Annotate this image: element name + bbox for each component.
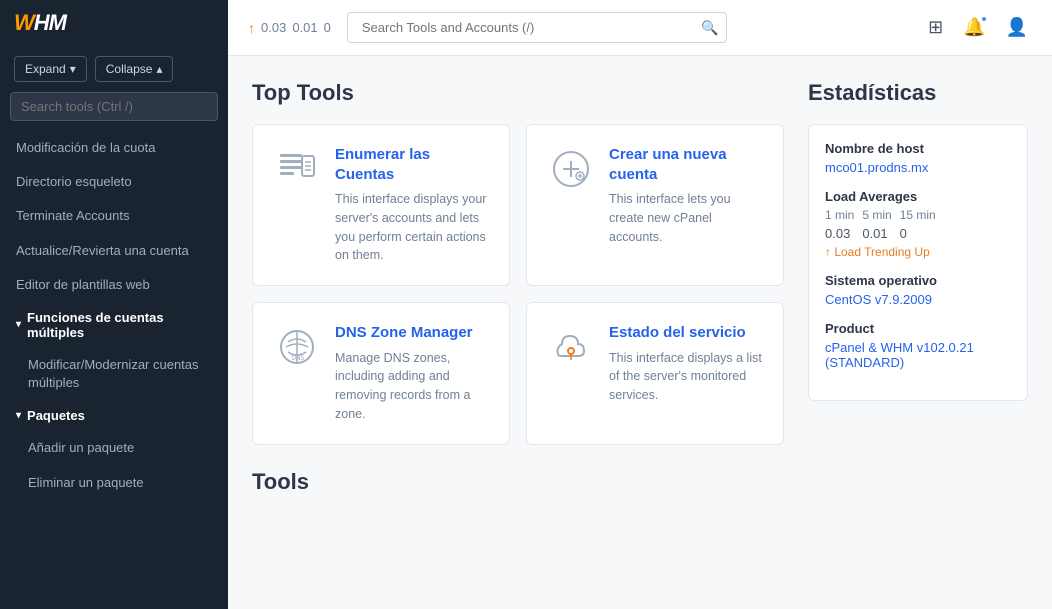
search-button[interactable]: 🔍 xyxy=(701,19,718,36)
sidebar-item-eliminar-paquete[interactable]: Eliminar un paquete xyxy=(0,466,228,500)
product-label: Product xyxy=(825,321,1011,336)
sidebar: WHM Expand ▾ Collapse ▴ Modificación de … xyxy=(0,0,228,609)
load-trending-text: ↑ Load Trending Up xyxy=(825,245,930,259)
content-area: Top Tools xyxy=(228,56,1052,609)
chevron-down-icon-2: ▾ xyxy=(16,410,21,421)
load-trending-link[interactable]: ↑ Load Trending Up xyxy=(825,245,1011,259)
topbar: ↑ 0.03 0.01 0 🔍 ⊞ 🔔 👤 xyxy=(228,0,1052,56)
load-5min-label: 5 min xyxy=(862,208,891,222)
product-group: Product cPanel & WHM v102.0.21 (STANDARD… xyxy=(825,321,1011,370)
load-nums: 0.03 0.01 0 xyxy=(825,226,1011,241)
tool-desc-crear: This interface lets you create new cPane… xyxy=(609,190,763,246)
hostname-label: Nombre de host xyxy=(825,141,1011,156)
collapse-icon: ▴ xyxy=(156,62,162,76)
load-1min-label: 1 min xyxy=(825,208,854,222)
sidebar-item-modificar-modernizar[interactable]: Modificar/Modernizar cuentas múltiples xyxy=(0,348,228,400)
so-value[interactable]: CentOS v7.9.2009 xyxy=(825,292,1011,307)
hostname-group: Nombre de host mco01.prodns.mx xyxy=(825,141,1011,175)
tool-title-estado: Estado del servicio xyxy=(609,323,763,343)
whm-logo: WHM xyxy=(14,10,66,36)
notification-dot xyxy=(980,15,988,23)
expand-button[interactable]: Expand ▾ xyxy=(14,56,87,82)
so-group: Sistema operativo CentOS v7.9.2009 xyxy=(825,273,1011,307)
load-up-arrow-icon: ↑ xyxy=(248,20,255,36)
top-tools-title: Top Tools xyxy=(252,80,784,106)
search-icon: 🔍 xyxy=(701,19,718,35)
sidebar-section-paquetes[interactable]: ▾ Paquetes xyxy=(0,400,228,431)
grid-view-button[interactable]: ⊞ xyxy=(924,13,947,42)
load-averages-label: Load Averages xyxy=(825,189,1011,204)
expand-icon: ▾ xyxy=(70,62,76,76)
collapse-button[interactable]: Collapse ▴ xyxy=(95,56,174,82)
sidebar-item-editor-plantillas[interactable]: Editor de plantillas web xyxy=(0,268,228,302)
tool-title-crear: Crear una nueva cuenta xyxy=(609,145,763,184)
notifications-button[interactable]: 🔔 xyxy=(959,13,989,42)
load-5min-val: 0.01 xyxy=(862,226,887,241)
topbar-icons: ⊞ 🔔 👤 xyxy=(924,13,1032,42)
sidebar-header: WHM xyxy=(0,0,228,46)
sidebar-section-funciones[interactable]: ▾ Funciones de cuentas múltiples xyxy=(0,302,228,348)
load-row-labels: 1 min 5 min 15 min xyxy=(825,208,1011,222)
sidebar-nav: Modificación de la cuota Directorio esqu… xyxy=(0,131,228,609)
tool-desc-estado: This interface displays a list of the se… xyxy=(609,349,763,405)
dns-icon: DNS xyxy=(273,323,321,371)
tools-section-title: Tools xyxy=(252,469,784,495)
user-account-button[interactable]: 👤 xyxy=(1002,13,1032,42)
tool-info-dns: DNS Zone Manager Manage DNS zones, inclu… xyxy=(335,323,489,424)
tool-info-enumerar: Enumerar las Cuentas This interface disp… xyxy=(335,145,489,265)
cloud-icon xyxy=(547,323,595,371)
sidebar-item-terminate-accounts[interactable]: Terminate Accounts xyxy=(0,199,228,233)
so-label: Sistema operativo xyxy=(825,273,1011,288)
sidebar-search-input[interactable] xyxy=(10,92,218,121)
grid-icon: ⊞ xyxy=(928,17,943,37)
stats-title: Estadísticas xyxy=(808,80,1028,106)
product-value[interactable]: cPanel & WHM v102.0.21 (STANDARD) xyxy=(825,340,1011,370)
load-1min: 0.03 xyxy=(261,20,286,35)
search-input[interactable] xyxy=(347,12,727,43)
tool-title-enumerar: Enumerar las Cuentas xyxy=(335,145,489,184)
tool-info-estado: Estado del servicio This interface displ… xyxy=(609,323,763,405)
sidebar-item-actualice-revierta[interactable]: Actualice/Revierta una cuenta xyxy=(0,234,228,268)
svg-text:DNS: DNS xyxy=(292,354,305,362)
search-bar: 🔍 xyxy=(347,12,727,43)
hostname-value[interactable]: mco01.prodns.mx xyxy=(825,160,1011,175)
list-icon xyxy=(273,145,321,193)
tool-desc-dns: Manage DNS zones, including adding and r… xyxy=(335,349,489,424)
tool-info-crear: Crear una nueva cuenta This interface le… xyxy=(609,145,763,246)
load-15min: 0 xyxy=(324,20,331,35)
sidebar-item-directorio-esqueleto[interactable]: Directorio esqueleto xyxy=(0,165,228,199)
sidebar-item-modificacion-cuota[interactable]: Modificación de la cuota xyxy=(0,131,228,165)
load-averages-group: Load Averages 1 min 5 min 15 min 0.03 0.… xyxy=(825,189,1011,259)
stats-card: Nombre de host mco01.prodns.mx Load Aver… xyxy=(808,124,1028,401)
load-5min: 0.01 xyxy=(292,20,317,35)
collapse-label: Collapse xyxy=(106,62,153,76)
tool-card-enumerar-cuentas[interactable]: Enumerar las Cuentas This interface disp… xyxy=(252,124,510,286)
tool-card-dns-zone[interactable]: DNS DNS Zone Manager Manage DNS zones, i… xyxy=(252,302,510,445)
load-1min-val: 0.03 xyxy=(825,226,850,241)
expand-label: Expand xyxy=(25,62,66,76)
stats-section: Estadísticas Nombre de host mco01.prodns… xyxy=(808,80,1028,585)
load-15min-val: 0 xyxy=(900,226,907,241)
chevron-down-icon: ▾ xyxy=(16,319,21,330)
load-15min-label: 15 min xyxy=(900,208,936,222)
tool-title-dns: DNS Zone Manager xyxy=(335,323,489,343)
add-user-icon xyxy=(547,145,595,193)
load-averages: ↑ 0.03 0.01 0 xyxy=(248,20,331,36)
tool-desc-enumerar: This interface displays your server's ac… xyxy=(335,190,489,265)
tool-card-estado-servicio[interactable]: Estado del servicio This interface displ… xyxy=(526,302,784,445)
top-tools-grid: Enumerar las Cuentas This interface disp… xyxy=(252,124,784,445)
main-content: ↑ 0.03 0.01 0 🔍 ⊞ 🔔 👤 Top Too xyxy=(228,0,1052,609)
sidebar-item-anadir-paquete[interactable]: Añadir un paquete xyxy=(0,431,228,465)
sidebar-buttons: Expand ▾ Collapse ▴ xyxy=(0,46,228,92)
tool-card-crear-cuenta[interactable]: Crear una nueva cuenta This interface le… xyxy=(526,124,784,286)
user-icon: 👤 xyxy=(1006,17,1028,37)
tools-section: Top Tools xyxy=(252,80,784,585)
